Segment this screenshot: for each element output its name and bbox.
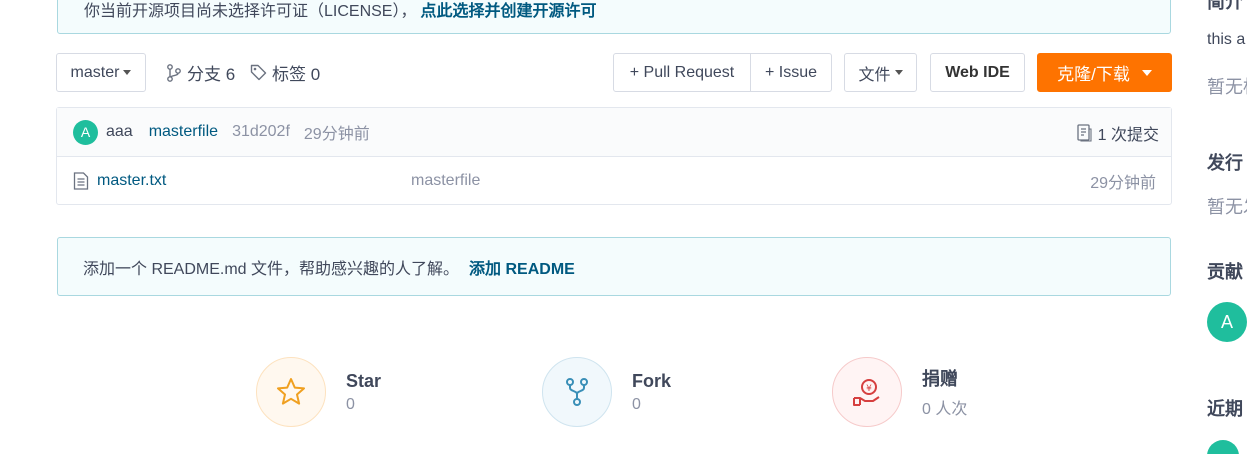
star-stat[interactable]: Star 0	[256, 357, 381, 427]
commit-message[interactable]: masterfile	[149, 123, 218, 141]
star-label: Star	[346, 370, 382, 391]
readme-banner: 添加一个 README.md 文件，帮助感兴趣的人了解。 添加 README	[57, 237, 1171, 296]
clone-download-label: 克隆/下载	[1057, 65, 1130, 84]
create-license-link[interactable]: 点此选择并创建开源许可	[420, 0, 596, 21]
donate-label: 捐赠	[922, 369, 958, 389]
recent-heading: 近期	[1207, 399, 1243, 419]
fork-count: 0	[632, 395, 641, 413]
contributors-heading: 贡献	[1207, 262, 1243, 282]
web-ide-button[interactable]: Web IDE	[930, 53, 1025, 92]
donate-count: 0 人次	[922, 401, 968, 418]
file-table: A aaa masterfile 31d202f 29分钟前 1 次提交 mas…	[56, 107, 1172, 205]
license-banner-text: 你当前开源项目尚未选择许可证（LICENSE），	[84, 3, 417, 20]
commit-time: 29分钟前	[303, 126, 370, 143]
file-icon	[73, 172, 89, 190]
avatar[interactable]: A	[1207, 302, 1247, 342]
branch-select[interactable]: master	[56, 53, 146, 92]
tag-icon	[250, 64, 267, 81]
avatar[interactable]	[1207, 440, 1239, 454]
commit-count-link[interactable]: 1 次提交	[1076, 108, 1159, 157]
tags-link[interactable]: 标签 0	[250, 53, 320, 92]
commit-sha[interactable]: 31d202f	[232, 123, 290, 141]
file-commit-message[interactable]: masterfile	[411, 172, 480, 190]
file-menu-button[interactable]: 文件	[844, 53, 917, 92]
repo-sidebar: 简介 this a 暂无标 发行 暂无发 贡献 A 近期	[1207, 0, 1247, 454]
latest-commit-row: A aaa masterfile 31d202f 29分钟前 1 次提交	[57, 108, 1171, 157]
fork-label: Fork	[632, 370, 672, 391]
clone-download-button[interactable]: 克隆/下载	[1037, 53, 1172, 92]
commit-count: 1 次提交	[1097, 126, 1159, 144]
commit-author[interactable]: aaa	[106, 123, 133, 141]
fork-icon	[542, 357, 612, 427]
branch-select-label: master	[70, 63, 120, 81]
chevron-down-icon	[123, 70, 132, 75]
intro-text: this a	[1207, 31, 1246, 48]
tags-count: 标签 0	[272, 65, 321, 84]
chevron-down-icon	[1141, 69, 1152, 76]
branches-link[interactable]: 分支 6	[166, 53, 235, 92]
chevron-down-icon	[894, 70, 903, 75]
fork-stat[interactable]: Fork 0	[542, 357, 671, 427]
avatar[interactable]: A	[73, 119, 98, 145]
commits-icon	[1076, 123, 1092, 142]
branch-icon	[167, 63, 181, 82]
file-commit-time: 29分钟前	[1090, 175, 1156, 192]
donate-icon: ¥	[832, 357, 902, 427]
donate-stat[interactable]: ¥ 捐赠 0 人次	[832, 357, 967, 427]
add-readme-link[interactable]: 添加 README	[469, 255, 575, 279]
intro-heading: 简介	[1207, 0, 1243, 12]
release-empty: 暂无发	[1207, 197, 1247, 217]
branches-count: 分支 6	[187, 65, 236, 84]
star-icon	[256, 357, 326, 427]
release-heading: 发行	[1207, 153, 1243, 173]
table-row[interactable]: master.txt masterfile 29分钟前	[57, 157, 1171, 205]
repo-toolbar: master 分支 6 标签 0 + Pull Request + Issue …	[56, 53, 1172, 93]
license-banner: 你当前开源项目尚未选择许可证（LICENSE）， 点此选择并创建开源许可	[57, 0, 1171, 34]
file-menu-label: 文件	[858, 66, 891, 84]
issue-button[interactable]: + Issue	[750, 53, 832, 92]
pull-request-button[interactable]: + Pull Request	[613, 53, 751, 92]
star-count: 0	[346, 395, 355, 413]
svg-text:¥: ¥	[866, 384, 872, 394]
intro-empty: 暂无标	[1207, 77, 1247, 97]
file-name[interactable]: master.txt	[97, 172, 166, 190]
readme-banner-text: 添加一个 README.md 文件，帮助感兴趣的人了解。	[83, 260, 460, 278]
